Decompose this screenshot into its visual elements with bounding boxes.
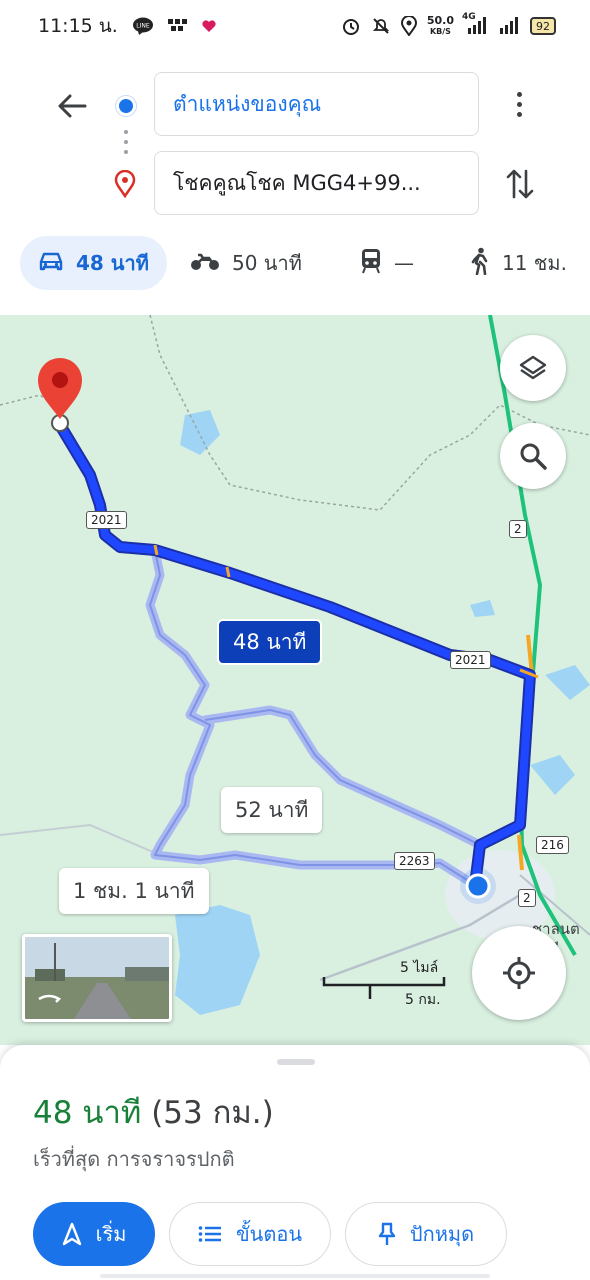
- dots-icon: [167, 19, 188, 33]
- sheet-drag-handle[interactable]: [277, 1059, 315, 1065]
- current-location-dot: [465, 873, 491, 899]
- back-button[interactable]: [50, 88, 94, 124]
- travel-mode-tabs: 48 นาที 50 นาที — 11 ชม.: [20, 236, 580, 290]
- swap-button[interactable]: [500, 162, 540, 206]
- lake: [180, 410, 220, 455]
- route-summary-sheet: 48 นาที (53 กม.) เร็วที่สุด การจราจรปกติ…: [0, 1045, 590, 1280]
- motorcycle-icon: [190, 251, 220, 276]
- route-duration: 48 นาที: [33, 1095, 142, 1131]
- lake: [530, 755, 575, 795]
- layers-icon: [519, 355, 547, 380]
- origin-field[interactable]: ตำแหน่งของคุณ: [154, 72, 479, 136]
- tab-drive[interactable]: 48 นาที: [20, 236, 167, 290]
- arrow-back-icon: [58, 94, 87, 118]
- walk-icon: [470, 247, 490, 280]
- scale-bar: [322, 977, 446, 999]
- directions-panel: ตำแหน่งของคุณ โชคคูณโชค MGG4+99... 48 นา…: [0, 52, 590, 315]
- alarm-icon: [341, 16, 361, 36]
- net-speed: 50.0 KB/S: [426, 14, 454, 36]
- map-view[interactable]: 2021 2021 2 216 2263 2 48 นาที 52 นาที 1…: [0, 315, 590, 1045]
- alt-route-label[interactable]: 52 นาที: [221, 787, 323, 833]
- car-icon: [38, 250, 64, 277]
- lake: [470, 600, 495, 617]
- more-options-button[interactable]: [505, 84, 533, 124]
- lake: [175, 905, 260, 1015]
- tab-motorcycle[interactable]: 50 นาที: [190, 236, 302, 290]
- recenter-button[interactable]: [472, 926, 566, 1020]
- route-connector: [124, 130, 128, 154]
- battery-indicator: 92: [530, 17, 556, 35]
- location-icon: [400, 16, 417, 36]
- route-subtitle: เร็วที่สุด การจราจรปกติ: [33, 1147, 235, 1171]
- road-badge: 2021: [86, 511, 127, 529]
- action-buttons: เริ่ม ขั้นตอน ปักหมุด: [33, 1202, 573, 1266]
- search-icon: [520, 443, 547, 470]
- street-view-thumbnail[interactable]: [22, 934, 172, 1022]
- layers-button[interactable]: [500, 335, 566, 401]
- signal-icon: [498, 16, 520, 36]
- route-distance: (53 กม.): [151, 1095, 274, 1131]
- home-indicator: [100, 1274, 490, 1278]
- status-time: 11:15 น.: [38, 15, 118, 37]
- tab-transit[interactable]: —: [360, 236, 414, 290]
- road-badge: 216: [536, 836, 569, 854]
- lake: [545, 665, 590, 700]
- road-badge: 2263: [394, 852, 435, 870]
- map-scale: 5 ไมล์ 5 กม.: [322, 957, 452, 1017]
- search-button[interactable]: [500, 423, 566, 489]
- alt-route-label[interactable]: 1 ชม. 1 นาที: [59, 868, 209, 914]
- destination-pin-icon: [114, 169, 136, 202]
- heart-icon: [202, 19, 216, 33]
- steps-button[interactable]: ขั้นตอน: [169, 1202, 331, 1266]
- mute-icon: [371, 16, 391, 36]
- street-view-image: [25, 937, 169, 1019]
- pushpin-icon: [378, 1222, 396, 1245]
- train-icon: [360, 248, 382, 279]
- start-button[interactable]: เริ่ม: [33, 1202, 155, 1266]
- signal-icon: 4G: [462, 12, 488, 36]
- svg-text:LINE: LINE: [136, 23, 150, 30]
- status-bar: 11:15 น. LINE 50.0 KB/S 4G 92: [0, 0, 590, 52]
- primary-route-label[interactable]: 48 นาที: [217, 619, 323, 665]
- my-location-icon: [503, 957, 535, 989]
- pin-button[interactable]: ปักหมุด: [345, 1202, 507, 1266]
- road-badge: 2: [518, 889, 536, 907]
- destination-marker: [38, 358, 82, 419]
- tab-walk[interactable]: 11 ชม.: [470, 236, 567, 290]
- road-badge: 2021: [450, 651, 491, 669]
- network-type: 4G: [462, 12, 476, 22]
- swap-icon: [506, 169, 534, 199]
- navigation-arrow-icon: [62, 1222, 81, 1246]
- origin-dot-icon: [116, 96, 136, 116]
- road-badge: 2: [509, 520, 527, 538]
- destination-field[interactable]: โชคคูณโชค MGG4+99...: [154, 151, 479, 215]
- list-icon: [198, 1226, 221, 1242]
- route-summary: 48 นาที (53 กม.): [33, 1087, 274, 1137]
- line-icon: LINE: [132, 17, 154, 35]
